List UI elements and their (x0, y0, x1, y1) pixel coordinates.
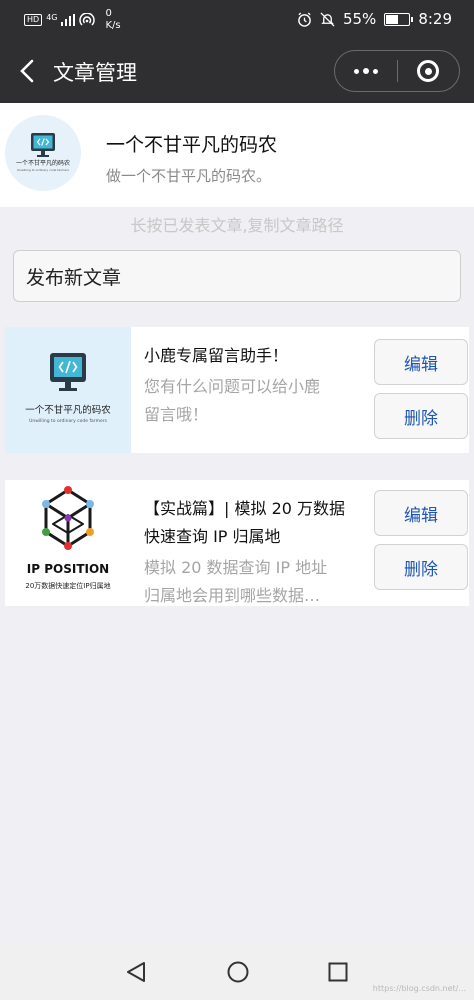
article-thumbnail: IP POSITION 20万数据快速定位IP归属地 (5, 480, 131, 606)
mute-icon (320, 11, 335, 27)
avatar-subcaption: Unwilling to ordinary code farmers (17, 168, 69, 172)
ip-position-cube-icon: IP POSITION 20万数据快速定位IP归属地 (25, 486, 111, 590)
watermark: https://blog.csdn.net/... (372, 984, 466, 993)
system-home-button[interactable] (226, 960, 250, 988)
profile-description: 做一个不甘平凡的码农。 (106, 167, 272, 185)
more-dot-icon (372, 68, 378, 74)
publish-new-article-button[interactable]: 发布新文章 (13, 250, 461, 302)
article-card[interactable]: IP POSITION 20万数据快速定位IP归属地 【实战篇】| 模拟 20 … (5, 480, 469, 606)
article-title-line: 【实战篇】| 模拟 20 万数据 (144, 499, 346, 518)
close-miniprogram-button[interactable] (397, 51, 459, 91)
edit-button[interactable]: 编辑 (374, 490, 468, 536)
avatar: 一个不甘平凡的码农 Unwilling to ordinary code far… (5, 115, 81, 191)
battery-icon (384, 12, 414, 26)
status-right: 55% 8:29 (297, 10, 452, 28)
triangle-back-icon (127, 962, 145, 982)
profile-name: 一个不甘平凡的码农 (106, 134, 278, 156)
article-description: 模拟 20 数据查询 IP 地址 归属地会用到哪些数据… (144, 554, 372, 610)
target-close-icon (417, 60, 440, 82)
status-bar: HD 4G 0 K/s 55% 8:29 (0, 0, 474, 40)
circle-home-icon (227, 961, 249, 983)
thumbnail-caption: IP POSITION (27, 562, 109, 576)
thumbnail-caption: 一个不甘平凡的码农 (25, 404, 111, 416)
article-thumbnail: 一个不甘平凡的码农 Unwilling to ordinary code far… (5, 327, 131, 453)
signal-icon (61, 14, 76, 26)
article-description: 您有什么问题可以给小鹿 留言哦！ (144, 373, 372, 429)
article-description-line: 您有什么问题可以给小鹿 (144, 377, 321, 396)
page-title: 文章管理 (53, 61, 137, 85)
net-speed: 0 K/s (105, 8, 120, 32)
square-recent-icon (328, 962, 348, 982)
navbar: 文章管理 (0, 40, 474, 103)
more-button[interactable] (335, 51, 397, 91)
net-speed-unit: K/s (105, 20, 121, 31)
code-monitor-icon: 一个不甘平凡的码农 Unwilling to ordinary code far… (25, 353, 111, 424)
miniprogram-capsule (334, 50, 460, 92)
more-dot-icon (353, 68, 359, 74)
network-gen: 4G (46, 12, 58, 22)
article-description-line: 留言哦！ (144, 405, 209, 424)
delete-button[interactable]: 删除 (374, 544, 468, 590)
delete-button[interactable]: 删除 (374, 393, 468, 439)
chevron-left-icon (20, 59, 34, 83)
status-left: HD 4G 0 K/s (24, 8, 121, 32)
alarm-icon (298, 11, 311, 27)
article-description-line: 归属地会用到哪些数据… (144, 586, 321, 605)
edit-button[interactable]: 编辑 (374, 339, 468, 385)
article-title: 小鹿专属留言助手！ (144, 346, 289, 365)
system-recent-apps-button[interactable] (328, 962, 348, 986)
hotspot-icon (79, 13, 96, 26)
thumbnail-subcaption: 20万数据快速定位IP归属地 (25, 581, 110, 590)
battery-percent: 55% (342, 10, 377, 28)
copy-path-hint: 长按已发表文章,复制文章路径 (130, 216, 344, 235)
net-speed-value: 0 (105, 8, 112, 19)
article-description-line: 模拟 20 数据查询 IP 地址 (144, 558, 328, 577)
article-card[interactable]: 一个不甘平凡的码农 Unwilling to ordinary code far… (5, 327, 469, 453)
article-title: 【实战篇】| 模拟 20 万数据 快速查询 IP 归属地 (144, 495, 372, 551)
more-dot-icon (362, 68, 369, 74)
back-button[interactable] (14, 56, 42, 86)
code-monitor-icon: 一个不甘平凡的码农 Unwilling to ordinary code far… (16, 133, 70, 172)
clock: 8:29 (418, 10, 452, 28)
hd-badge: HD (24, 14, 43, 26)
system-back-button[interactable] (124, 960, 148, 988)
profile-header: 一个不甘平凡的码农 Unwilling to ordinary code far… (0, 103, 474, 207)
battery-fill (386, 14, 398, 24)
article-title-line: 快速查询 IP 归属地 (144, 527, 281, 546)
avatar-caption: 一个不甘平凡的码农 (16, 159, 70, 167)
thumbnail-subcaption: Unwilling to ordinary code farmers (29, 418, 107, 424)
